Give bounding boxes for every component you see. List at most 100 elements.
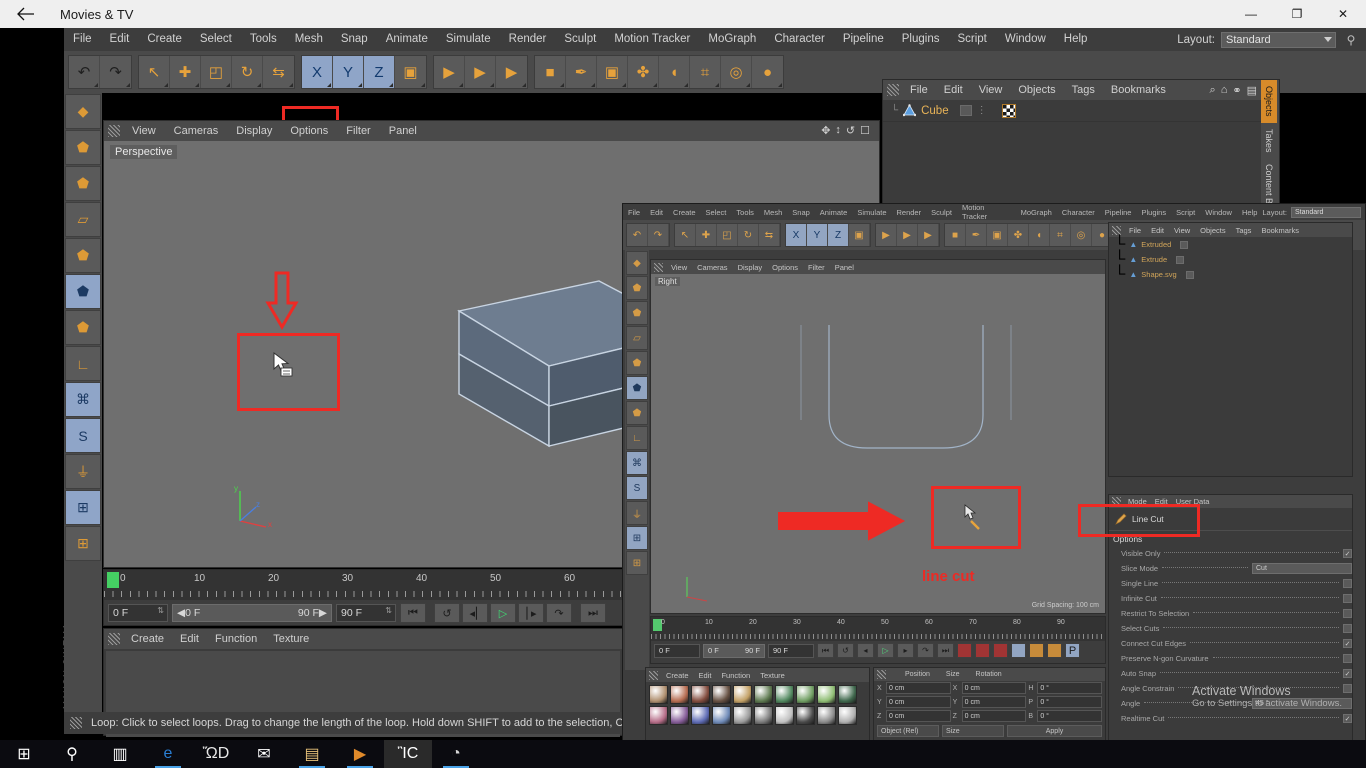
menu-item-create[interactable]: Create [138,28,191,51]
panel-grip-icon[interactable] [70,717,82,729]
inner-move-icon[interactable]: ✚ [696,224,717,246]
panel-grip-icon[interactable] [877,670,886,679]
inner-workplane-grid-icon[interactable]: ⊞ [626,551,648,575]
inner-preview-range-field[interactable]: 0 F 90 F [703,643,765,658]
inner-step-forward-icon[interactable]: ▸ [897,643,914,658]
go-to-end-icon[interactable]: ⏭ [580,603,606,623]
inner-viewport-menu-filter[interactable]: Filter [803,263,830,272]
key-scale-icon[interactable] [1029,643,1044,658]
maximize-button[interactable]: ❐ [1274,0,1320,28]
menu-item-pipeline[interactable]: Pipeline [834,28,893,51]
model-mode-icon[interactable]: ◆ [65,94,101,129]
inner-menu-pipeline[interactable]: Pipeline [1100,208,1137,217]
side-tab-takes[interactable]: Takes [1261,123,1277,159]
preview-range-field[interactable]: ◀ 0 F 90 F ▶ [172,604,332,622]
end-frame-field[interactable]: 90 F ⇅ [336,604,396,622]
inner-object-menu-edit[interactable]: Edit [1146,226,1169,235]
stepper-icon[interactable]: ⇅ [385,607,392,615]
key-param-icon[interactable]: P [1065,643,1080,658]
inner-spline-pen-icon[interactable]: ✒ [966,224,987,246]
material-swatch[interactable] [754,685,773,704]
menu-item-plugins[interactable]: Plugins [893,28,949,51]
render-view-icon[interactable]: ▶ [434,56,465,88]
material-menu-texture[interactable]: Texture [265,633,317,645]
object-mode-icon[interactable]: ⬟ [65,130,101,165]
task-view-icon[interactable]: ▥ [96,740,144,768]
inner-cinema4d-window[interactable]: File Edit Create Select Tools Mesh Snap Animate… [622,203,1366,748]
go-to-start-icon[interactable]: ⏮ [400,603,426,623]
panel-grip-icon[interactable] [108,633,120,645]
inner-object-menu-tags[interactable]: Tags [1231,226,1257,235]
inner-object-menu-file[interactable]: File [1124,226,1146,235]
movies-tv-icon[interactable]: ἺC [384,740,432,768]
edge-mode-icon[interactable]: ⬟ [65,274,101,309]
inner-cube-primitive-icon[interactable]: ■ [945,224,966,246]
inner-menu-mograph[interactable]: MoGraph [1016,208,1057,217]
inner-mograph-icon[interactable]: ✤ [1008,224,1029,246]
inner-menu-snap[interactable]: Snap [787,208,815,217]
menu-item-help[interactable]: Help [1055,28,1097,51]
mograph-icon[interactable]: ✤ [628,56,659,88]
panel-grip-icon[interactable] [649,670,658,680]
menu-item-select[interactable]: Select [191,28,241,51]
material-swatch[interactable] [754,706,773,725]
play-icon[interactable]: ▷ [490,603,516,623]
attribute-checkbox[interactable]: ✓ [1343,549,1352,558]
menu-item-window[interactable]: Window [996,28,1055,51]
object-menu-view[interactable]: View [971,84,1011,96]
inner-snap-toggle-icon[interactable]: S [626,476,648,500]
visibility-toggle-icon[interactable] [1185,270,1194,279]
layout-select[interactable]: Standard [1221,31,1336,48]
attribute-checkbox[interactable] [1343,609,1352,618]
inner-polygon-mode-icon[interactable]: ⬟ [626,401,648,425]
inner-axis-y-icon[interactable]: Y [807,224,828,246]
current-frame-field[interactable]: 0 F ⇅ [108,604,168,622]
link-icon[interactable]: ⚭ [1232,84,1241,97]
inner-material-menu-edit[interactable]: Edit [694,671,717,680]
inner-menu-help[interactable]: Help [1237,208,1262,217]
material-menu-edit[interactable]: Edit [172,633,207,645]
inner-loop-back-icon[interactable]: ↷ [917,643,934,658]
axis-z-icon[interactable]: Z [364,56,395,88]
loop-selection-icon[interactable]: ⇆ [263,56,294,88]
inner-step-back-icon[interactable]: ◂ [857,643,874,658]
attribute-checkbox[interactable] [1343,624,1352,633]
material-swatch[interactable] [796,706,815,725]
menu-item-script[interactable]: Script [948,28,995,51]
timeline-ruler[interactable]: 0 10 20 30 40 50 60 [104,570,622,600]
inner-menu-sculpt[interactable]: Sculpt [926,208,957,217]
range-right-arrow-icon[interactable]: ▶ [319,607,327,619]
workplane-grid-icon[interactable]: ⊞ [65,526,101,561]
inner-world-object-axis-icon[interactable]: ▣ [849,224,870,246]
inner-object-row[interactable]: └ ▲ Extruded [1109,236,1352,253]
visibility-toggle-icon[interactable] [1180,240,1189,249]
scene-grid-icon[interactable]: ⌗ [690,56,721,88]
inner-menu-motion-tracker[interactable]: Motion Tracker [957,203,1016,221]
layers-icon[interactable]: ▤ [1247,84,1257,97]
inner-menu-mesh[interactable]: Mesh [759,208,787,217]
search-icon[interactable]: ⚲ [1342,33,1360,47]
camera-icon[interactable]: ◎ [721,56,752,88]
attribute-checkbox[interactable]: ✓ [1343,639,1352,648]
attribute-checkbox[interactable] [1343,594,1352,603]
attribute-checkbox[interactable]: ✓ [1343,669,1352,678]
visibility-toggle-icon[interactable] [1176,255,1185,264]
material-swatch[interactable] [817,685,836,704]
back-arrow-icon[interactable] [0,0,52,28]
inner-object-menu-objects[interactable]: Objects [1195,226,1230,235]
loop-back-icon[interactable]: ↷ [546,603,572,623]
material-swatch[interactable] [838,706,857,725]
menu-item-animate[interactable]: Animate [377,28,437,51]
inner-live-selection-icon[interactable]: ↖ [675,224,696,246]
key-rotation-icon[interactable] [1047,643,1062,658]
viewport-menu-view[interactable]: View [123,125,165,137]
record-rotation-icon[interactable] [993,643,1008,658]
material-swatch[interactable] [796,685,815,704]
inner-menu-character[interactable]: Character [1057,208,1100,217]
object-menu-file[interactable]: File [902,84,936,96]
range-left-arrow-icon[interactable]: ◀ [177,607,185,619]
menu-item-file[interactable]: File [64,28,101,51]
inner-axis-z-icon[interactable]: Z [828,224,849,246]
inner-rotation-field[interactable]: 0 ° [1037,682,1103,694]
inner-rotation-field[interactable]: 0 ° [1037,696,1103,708]
